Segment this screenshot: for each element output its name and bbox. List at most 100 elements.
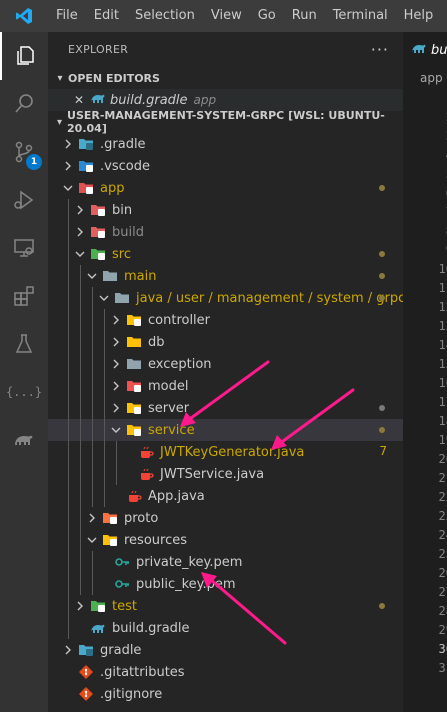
tree-item-resources[interactable]: resources <box>48 529 403 551</box>
menu-item-run[interactable]: Run <box>284 0 325 32</box>
chevron-down-icon[interactable] <box>84 529 100 551</box>
line-number: 16 <box>438 376 447 390</box>
tree-item-app[interactable]: app <box>48 177 403 199</box>
chevron-right-icon[interactable] <box>108 375 124 397</box>
line-number: 24 <box>438 528 447 542</box>
chevron-right-icon[interactable] <box>72 595 88 617</box>
more-actions-icon[interactable]: ··· <box>371 40 389 59</box>
tree-item-db[interactable]: db <box>48 331 403 353</box>
indent-guide <box>80 529 81 551</box>
tree-item-public-key-pem[interactable]: public_key.pem <box>48 573 403 595</box>
testing-icon[interactable] <box>0 320 48 368</box>
chevron-down-icon[interactable] <box>84 265 100 287</box>
chevron-right-icon[interactable] <box>84 507 100 529</box>
tree-item-build[interactable]: build <box>48 221 403 243</box>
modified-dot <box>379 603 385 609</box>
tree-item-app-java[interactable]: App.java <box>48 485 403 507</box>
tree-item-java-user-management-system-grpc[interactable]: java / user / management / system / grpc <box>48 287 403 309</box>
chevron-down-icon[interactable] <box>60 177 76 199</box>
modified-dot <box>379 295 385 301</box>
breadcrumb[interactable]: app <box>403 67 447 89</box>
tree-item-proto[interactable]: proto <box>48 507 403 529</box>
close-icon[interactable]: ✕ <box>74 93 90 107</box>
line-number: 15 <box>438 357 447 371</box>
source-control-icon[interactable]: 1 <box>0 128 48 176</box>
indent-guide <box>92 463 93 485</box>
tree-item-label: build.gradle <box>112 620 190 636</box>
indent-guide <box>80 507 81 529</box>
tree-item-controller[interactable]: controller <box>48 309 403 331</box>
tree-item-bin[interactable]: bin <box>48 199 403 221</box>
tree-item-label: bin <box>112 202 133 218</box>
tree-item-gradle[interactable]: gradle <box>48 639 403 661</box>
tree-item-gitignore[interactable]: .gitignore <box>48 683 403 705</box>
indent-guide <box>104 397 105 419</box>
chevron-right-icon[interactable] <box>108 353 124 375</box>
menu-item-selection[interactable]: Selection <box>127 0 203 32</box>
workspace-section[interactable]: ▾ USER-MANAGEMENT-SYSTEM-GRPC [WSL: UBUN… <box>48 109 403 135</box>
gradle-elephant-icon[interactable] <box>0 416 48 464</box>
chevron-right-icon[interactable] <box>108 331 124 353</box>
modified-dot <box>379 185 385 191</box>
tree-item-label: exception <box>148 356 212 372</box>
indent-guide <box>92 551 93 573</box>
tree-item-label: public_key.pem <box>136 576 236 592</box>
open-editor-item[interactable]: ✕ build.gradle app <box>48 89 403 111</box>
tree-item-test[interactable]: test <box>48 595 403 617</box>
indent-guide <box>68 265 69 287</box>
tree-item-vscode[interactable]: .vscode <box>48 155 403 177</box>
search-icon[interactable] <box>0 80 48 128</box>
chevron-right-icon[interactable] <box>108 397 124 419</box>
folder-exception-icon <box>126 356 142 372</box>
chevron-down-icon[interactable] <box>108 419 124 441</box>
remote-explorer-icon[interactable] <box>0 224 48 272</box>
folder-plain-icon <box>102 268 118 284</box>
tree-item-service[interactable]: service <box>48 419 403 441</box>
line-number: 26 <box>438 566 447 580</box>
file-tree: .gradle .vscode app bin build src main java / u… <box>48 133 403 705</box>
run-debug-icon[interactable] <box>0 176 48 224</box>
menu-item-terminal[interactable]: Terminal <box>325 0 396 32</box>
tree-item-src[interactable]: src <box>48 243 403 265</box>
extensions-icon[interactable] <box>0 272 48 320</box>
tree-item-label: resources <box>124 532 188 548</box>
indent-guide <box>80 397 81 419</box>
tree-item-main[interactable]: main <box>48 265 403 287</box>
json-icon[interactable]: {...} <box>0 368 48 416</box>
line-number: 12 <box>438 300 447 314</box>
editor-tab[interactable]: bu <box>403 32 447 67</box>
tree-item-jwtkeygenerator-java[interactable]: JWTKeyGenerator.java 7 <box>48 441 403 463</box>
chevron-right-icon[interactable] <box>60 639 76 661</box>
open-editors-section[interactable]: ▾ OPEN EDITORS <box>48 67 403 89</box>
menu-item-edit[interactable]: Edit <box>86 0 127 32</box>
chevron-right-icon[interactable] <box>108 309 124 331</box>
menu-item-go[interactable]: Go <box>250 0 284 32</box>
tree-item-model[interactable]: model <box>48 375 403 397</box>
chevron-right-icon[interactable] <box>72 221 88 243</box>
chevron-right-icon[interactable] <box>60 155 76 177</box>
vscode-logo-icon <box>0 0 48 32</box>
tree-item-server[interactable]: server <box>48 397 403 419</box>
indent-guide <box>92 309 93 331</box>
modified-dot <box>379 251 385 257</box>
chevron-right-icon[interactable] <box>72 199 88 221</box>
tree-item-exception[interactable]: exception <box>48 353 403 375</box>
chevron-right-icon[interactable] <box>60 133 76 155</box>
tree-item-private-key-pem[interactable]: private_key.pem <box>48 551 403 573</box>
tree-item-gitattributes[interactable]: .gitattributes <box>48 661 403 683</box>
menu-item-view[interactable]: View <box>203 0 250 32</box>
tree-item-build-gradle[interactable]: build.gradle <box>48 617 403 639</box>
tree-item-label: JWTService.java <box>160 466 265 482</box>
chevron-down-icon[interactable] <box>72 243 88 265</box>
tree-item-jwtservice-java[interactable]: JWTService.java <box>48 463 403 485</box>
chevron-down-icon[interactable] <box>96 287 112 309</box>
menu-item-file[interactable]: File <box>48 0 86 32</box>
folder-app-icon <box>78 180 94 196</box>
menu-item-help[interactable]: Help <box>396 0 442 32</box>
indent-guide <box>92 331 93 353</box>
explorer-icon[interactable] <box>0 32 48 80</box>
indent-guide <box>68 221 69 243</box>
tree-item-gradle[interactable]: .gradle <box>48 133 403 155</box>
title-bar: File Edit Selection View Go Run Terminal Help <box>0 0 447 32</box>
activity-bar: 1 {...} <box>0 32 48 712</box>
